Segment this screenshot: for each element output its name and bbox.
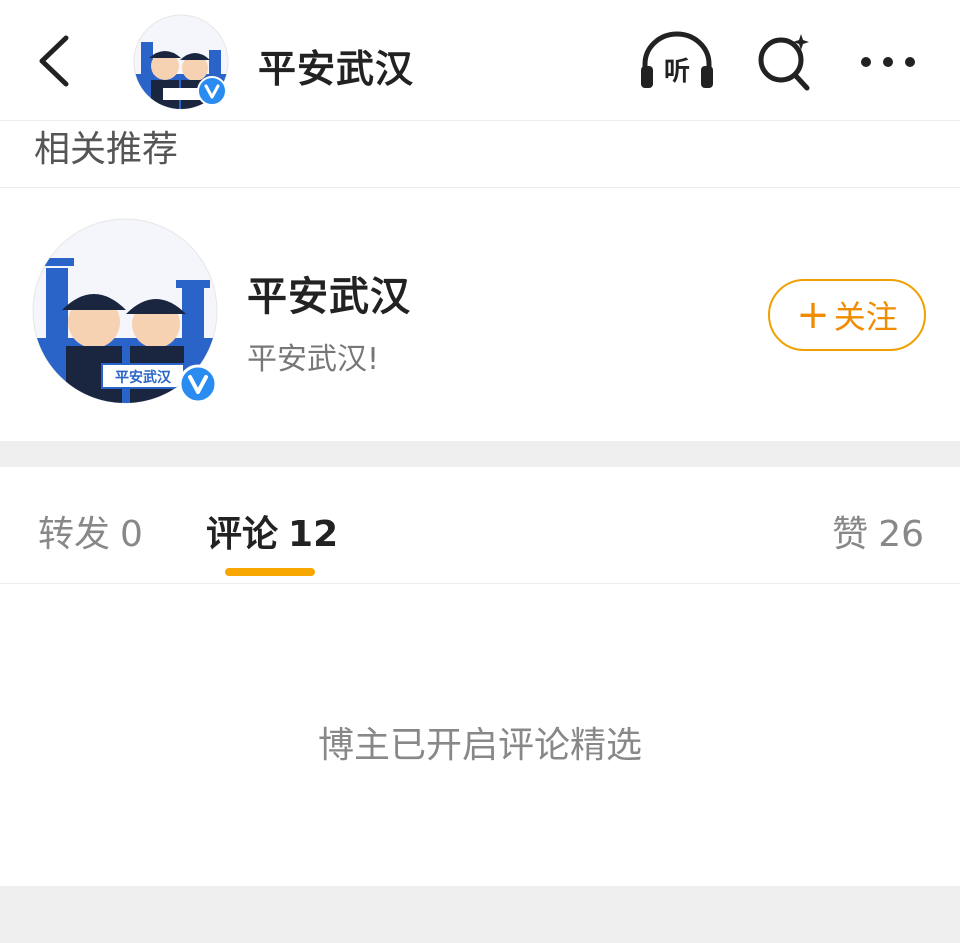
- back-button[interactable]: [30, 30, 80, 90]
- section-separator: [0, 441, 960, 467]
- divider: [0, 187, 960, 188]
- tab-comments[interactable]: 评论 12: [206, 505, 338, 557]
- tab-count: 26: [878, 514, 924, 555]
- headphones-icon: 听: [641, 31, 713, 88]
- verified-badge-icon: [178, 364, 218, 404]
- top-bar: 平安武汉 听: [0, 0, 960, 121]
- divider: [0, 583, 960, 584]
- section-title: 相关推荐: [34, 129, 179, 170]
- plus-icon: +: [796, 292, 830, 338]
- tab-count: 12: [288, 514, 339, 555]
- follow-label: 关注: [833, 298, 898, 336]
- bottom-separator: [0, 886, 960, 943]
- more-button[interactable]: [850, 30, 930, 94]
- tab-likes[interactable]: 赞 26: [832, 505, 924, 557]
- search-button[interactable]: [745, 30, 825, 94]
- tab-label: 转发: [38, 514, 111, 555]
- verified-badge-icon: [197, 76, 227, 106]
- account-name[interactable]: 平安武汉: [247, 264, 411, 322]
- svg-text:平安武汉: 平安武汉: [115, 369, 172, 386]
- tab-label: 赞: [832, 514, 869, 555]
- account-description: 平安武汉!: [247, 342, 380, 377]
- active-tab-indicator: [225, 568, 315, 576]
- account-avatar[interactable]: 平安武汉: [32, 218, 218, 404]
- comments-empty-note: 博主已开启评论精选: [317, 725, 642, 766]
- page-title: 平安武汉: [258, 47, 415, 91]
- tab-count: 0: [120, 514, 143, 555]
- more-horizontal-icon: [861, 57, 915, 67]
- follow-button[interactable]: + 关注: [768, 279, 926, 351]
- tab-repost[interactable]: 转发 0: [38, 505, 143, 557]
- search-icon: [758, 34, 810, 91]
- tab-label: 评论: [206, 514, 279, 555]
- listen-button[interactable]: 听: [637, 30, 717, 94]
- chevron-left-icon: [39, 35, 69, 87]
- svg-text:听: 听: [664, 57, 690, 87]
- header-avatar[interactable]: [133, 14, 229, 110]
